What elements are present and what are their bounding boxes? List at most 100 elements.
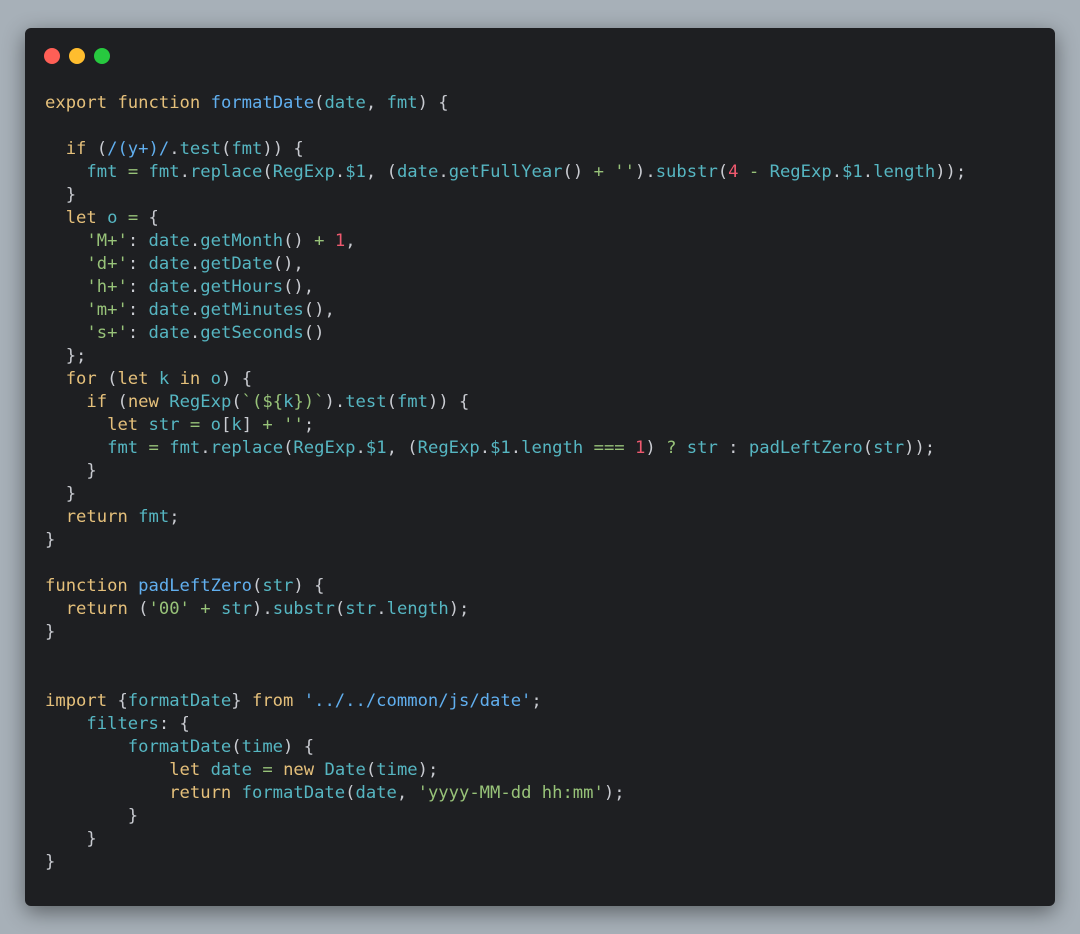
code-token: `(${ — [241, 392, 284, 412]
code-token: ( — [231, 737, 242, 757]
code-token: let — [117, 369, 149, 389]
code-token: fmt — [138, 507, 170, 527]
close-dot-icon[interactable] — [44, 48, 60, 64]
code-line: fmt = fmt.replace(RegExp.$1, (RegExp.$1.… — [45, 437, 966, 460]
code-token: str — [686, 438, 718, 458]
code-token: return — [65, 599, 128, 619]
code-line: let str = o[k] + ''; — [45, 414, 966, 437]
code-line: } — [45, 621, 966, 644]
code-token: date — [396, 162, 439, 182]
code-token: test — [345, 392, 387, 412]
code-token: . — [510, 438, 522, 458]
code-token: ; — [169, 507, 180, 527]
code-token: getDate — [200, 254, 273, 274]
code-token: = — [127, 162, 139, 182]
code-line: } — [45, 805, 966, 828]
code-token: ( — [345, 783, 356, 803]
maximize-dot-icon[interactable] — [94, 48, 110, 64]
code-token: : — [127, 300, 149, 320]
code-token: } — [45, 484, 77, 504]
code-token: $1 — [842, 162, 863, 182]
code-token: ( — [283, 438, 294, 458]
code-token: date — [148, 231, 190, 251]
code-token: '00' — [148, 599, 190, 619]
code-token: formatDate — [241, 783, 346, 803]
code-token: ). — [252, 599, 273, 619]
code-token: let — [169, 760, 201, 780]
code-token: + — [593, 162, 604, 182]
code-line: } — [45, 529, 966, 552]
code-token: let — [107, 415, 139, 435]
code-token: ? — [666, 438, 677, 458]
code-token: export — [45, 93, 108, 113]
code-token: ; — [303, 415, 315, 435]
code-token: , — [345, 231, 356, 251]
code-token: 'd+' — [86, 254, 128, 274]
code-token: fmt — [107, 438, 139, 458]
code-token: ( — [314, 93, 325, 113]
code-token: . — [200, 438, 211, 458]
code-line: return fmt; — [45, 506, 966, 529]
code-token: = — [262, 760, 273, 780]
code-token: . — [189, 254, 201, 274]
code-line: for (let k in o) { — [45, 368, 966, 391]
code-token: 1 — [334, 231, 346, 251]
code-token: } — [45, 185, 77, 205]
code-token: replace — [210, 438, 284, 458]
code-token: time — [376, 760, 418, 780]
code-token: return — [65, 507, 128, 527]
code-token: date — [148, 277, 190, 297]
code-token: 1 — [635, 438, 646, 458]
code-token: 'h+' — [86, 277, 128, 297]
code-token: for — [65, 369, 97, 389]
code-token: + — [314, 231, 325, 251]
code-line: } — [45, 460, 966, 483]
code-token: $1 — [490, 438, 511, 458]
code-token: replace — [189, 162, 263, 182]
code-token: '' — [614, 162, 635, 182]
code-token: : — [127, 277, 149, 297]
code-token: date — [210, 760, 252, 780]
code-token: 4 — [728, 162, 739, 182]
code-line: }; — [45, 345, 966, 368]
code-token: . — [189, 231, 201, 251]
code-token: o — [210, 415, 221, 435]
code-token: 'm+' — [86, 300, 128, 320]
code-token: fmt — [148, 162, 180, 182]
code-token: time — [241, 737, 284, 757]
code-token: getHours — [200, 277, 284, 297]
code-token: . — [169, 139, 180, 159]
code-token: getMinutes — [200, 300, 304, 320]
code-token: { — [107, 691, 128, 711]
minimize-dot-icon[interactable] — [69, 48, 85, 64]
code-token: ) { — [293, 576, 325, 596]
code-token: ); — [448, 599, 470, 619]
code-token: - — [748, 162, 760, 182]
code-line: let date = new Date(time); — [45, 759, 966, 782]
code-token: . — [179, 162, 190, 182]
code-token: RegExp — [769, 162, 832, 182]
code-line: export function formatDate(date, fmt) { — [45, 92, 966, 115]
code-token: () — [283, 231, 315, 251]
